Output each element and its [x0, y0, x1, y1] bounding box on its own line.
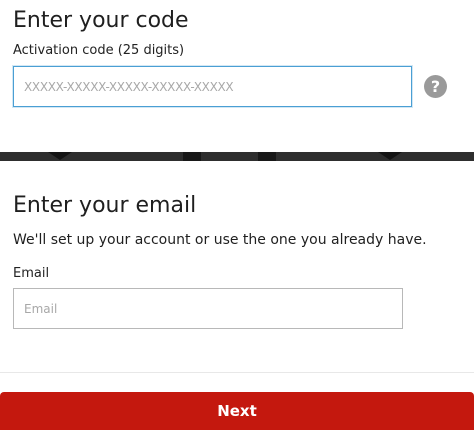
- section-divider: [0, 152, 474, 161]
- divider-notch: [48, 152, 72, 160]
- divider-block: [258, 152, 276, 161]
- question-circle-icon[interactable]: ?: [424, 75, 447, 98]
- divider-notch: [378, 152, 402, 160]
- email-section-description: We'll set up your account or use the one…: [13, 232, 427, 248]
- email-section-heading: Enter your email: [13, 193, 197, 218]
- activation-code-section: Enter your code Activation code (25 digi…: [0, 0, 474, 152]
- email-label: Email: [13, 266, 50, 281]
- code-section-heading: Enter your code: [13, 8, 189, 33]
- activation-code-input[interactable]: [13, 66, 412, 107]
- email-input[interactable]: [13, 288, 403, 329]
- divider-block: [183, 152, 201, 161]
- footer-spacer: [0, 372, 474, 392]
- next-button[interactable]: Next: [0, 392, 474, 430]
- activation-code-label: Activation code (25 digits): [13, 43, 185, 58]
- email-section: Enter your email We'll set up your accou…: [0, 161, 474, 389]
